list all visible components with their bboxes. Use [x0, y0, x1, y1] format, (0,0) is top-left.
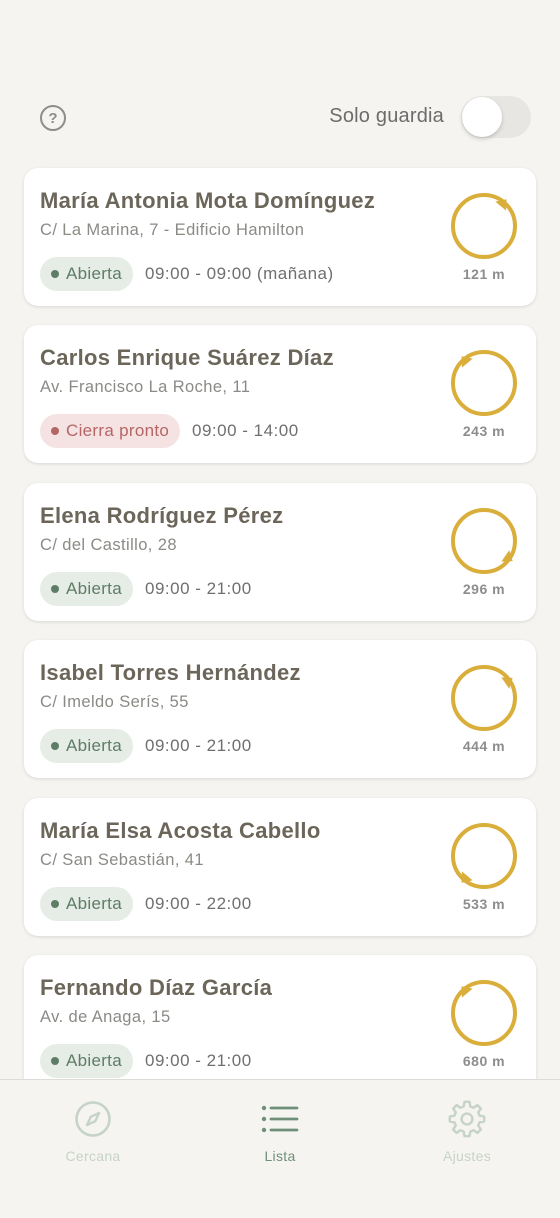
distance-label: 533 m [462, 895, 506, 912]
status-dot-icon [51, 270, 59, 278]
tab-label-ajustes: Ajustes [442, 1148, 491, 1164]
distance-label: 243 m [462, 423, 506, 440]
opening-hours: 09:00 - 14:00 [192, 421, 299, 441]
distance-label: 444 m [462, 738, 506, 755]
pharmacy-name: Fernando Díaz García [40, 974, 273, 1000]
status-text: Abierta [66, 1050, 122, 1070]
opening-hours: 09:00 - 21:00 [145, 1050, 252, 1070]
status-dot-icon [51, 899, 59, 908]
guard-only-toggle[interactable] [461, 96, 531, 138]
pharmacy-address: C/ La Marina, 7 - Edificio Hamilton [40, 221, 305, 239]
help-glyph: ? [48, 109, 58, 127]
tab-lista[interactable]: Lista [187, 1080, 373, 1218]
tab-bar: Cercana Lista Ajustes [0, 1079, 560, 1218]
top-bar: ? Solo guardia [0, 92, 560, 144]
status-text: Abierta [66, 893, 122, 913]
pharmacy-card[interactable]: Carlos Enrique Suárez Díaz Av. Francisco … [24, 325, 536, 464]
distance-label: 121 m [462, 266, 506, 282]
tab-ajustes[interactable]: Ajustes [374, 1080, 560, 1218]
toggle-knob[interactable] [462, 97, 502, 137]
list-icon [261, 1105, 299, 1133]
pharmacy-address: C/ del Castillo, 28 [40, 535, 177, 554]
status-dot-icon [51, 1056, 59, 1065]
pharmacy-name: Carlos Enrique Suárez Díaz [40, 345, 334, 371]
direction-arrow-icon [451, 822, 517, 889]
direction-arrow-icon [451, 507, 517, 574]
direction-arrow-icon [451, 979, 517, 1046]
tab-cercana[interactable]: Cercana [0, 1080, 186, 1218]
distance-label: 680 m [462, 1052, 506, 1069]
direction-arrow-icon [451, 350, 517, 417]
compass-icon [75, 1101, 111, 1137]
pharmacy-name: María Elsa Acosta Cabello [40, 817, 321, 843]
status-badge: Abierta [40, 886, 133, 921]
question-circle-icon[interactable]: ? [40, 105, 66, 131]
status-text: Cierra pronto [66, 421, 170, 441]
status-text: Abierta [66, 264, 122, 283]
tab-label-cercana: Cercana [65, 1148, 121, 1164]
pharmacy-address: Av. de Anaga, 15 [40, 1007, 171, 1026]
pharmacy-card[interactable]: Isabel Torres Hernández C/ Imeldo Serís, … [24, 640, 536, 779]
status-badge: Abierta [40, 1043, 133, 1078]
status-dot-icon [51, 742, 59, 751]
pharmacy-address: C/ San Sebastián, 41 [40, 850, 204, 869]
status-badge: Abierta [40, 571, 133, 606]
pharmacy-list: María Antonia Mota Domínguez C/ La Marina… [24, 168, 536, 1112]
opening-hours: 09:00 - 09:00 (mañana) [145, 264, 334, 283]
pharmacy-card[interactable]: Elena Rodríguez Pérez C/ del Castillo, 28… [24, 482, 536, 621]
opening-hours: 09:00 - 21:00 [145, 736, 252, 756]
status-dot-icon [51, 584, 59, 593]
opening-hours: 09:00 - 21:00 [145, 578, 252, 598]
pharmacy-card[interactable]: Fernando Díaz García Av. de Anaga, 15 Abie… [24, 954, 536, 1093]
opening-hours: 09:00 - 22:00 [145, 893, 252, 913]
pharmacy-address: Av. Francisco La Roche, 11 [40, 378, 251, 397]
status-text: Abierta [66, 578, 122, 598]
pharmacy-name: Isabel Torres Hernández [40, 660, 301, 686]
guard-only-label: Solo guardia [329, 105, 444, 127]
gear-icon [448, 1100, 486, 1138]
pharmacy-card[interactable]: María Antonia Mota Domínguez C/ La Marina… [24, 168, 536, 306]
pharmacy-name: Elena Rodríguez Pérez [40, 502, 284, 528]
status-badge: Cierra pronto [40, 414, 181, 449]
tab-label-lista: Lista [264, 1148, 296, 1164]
pharmacy-address: C/ Imeldo Serís, 55 [40, 693, 189, 712]
status-badge: Abierta [40, 729, 133, 764]
status-badge: Abierta [40, 257, 133, 291]
status-text: Abierta [66, 736, 122, 756]
direction-arrow-icon [451, 665, 517, 732]
pharmacy-name: María Antonia Mota Domínguez [40, 188, 376, 213]
status-dot-icon [51, 427, 59, 436]
pharmacy-card[interactable]: María Elsa Acosta Cabello C/ San Sebastiá… [24, 797, 536, 936]
direction-arrow-icon [451, 193, 517, 259]
distance-label: 296 m [462, 580, 506, 597]
